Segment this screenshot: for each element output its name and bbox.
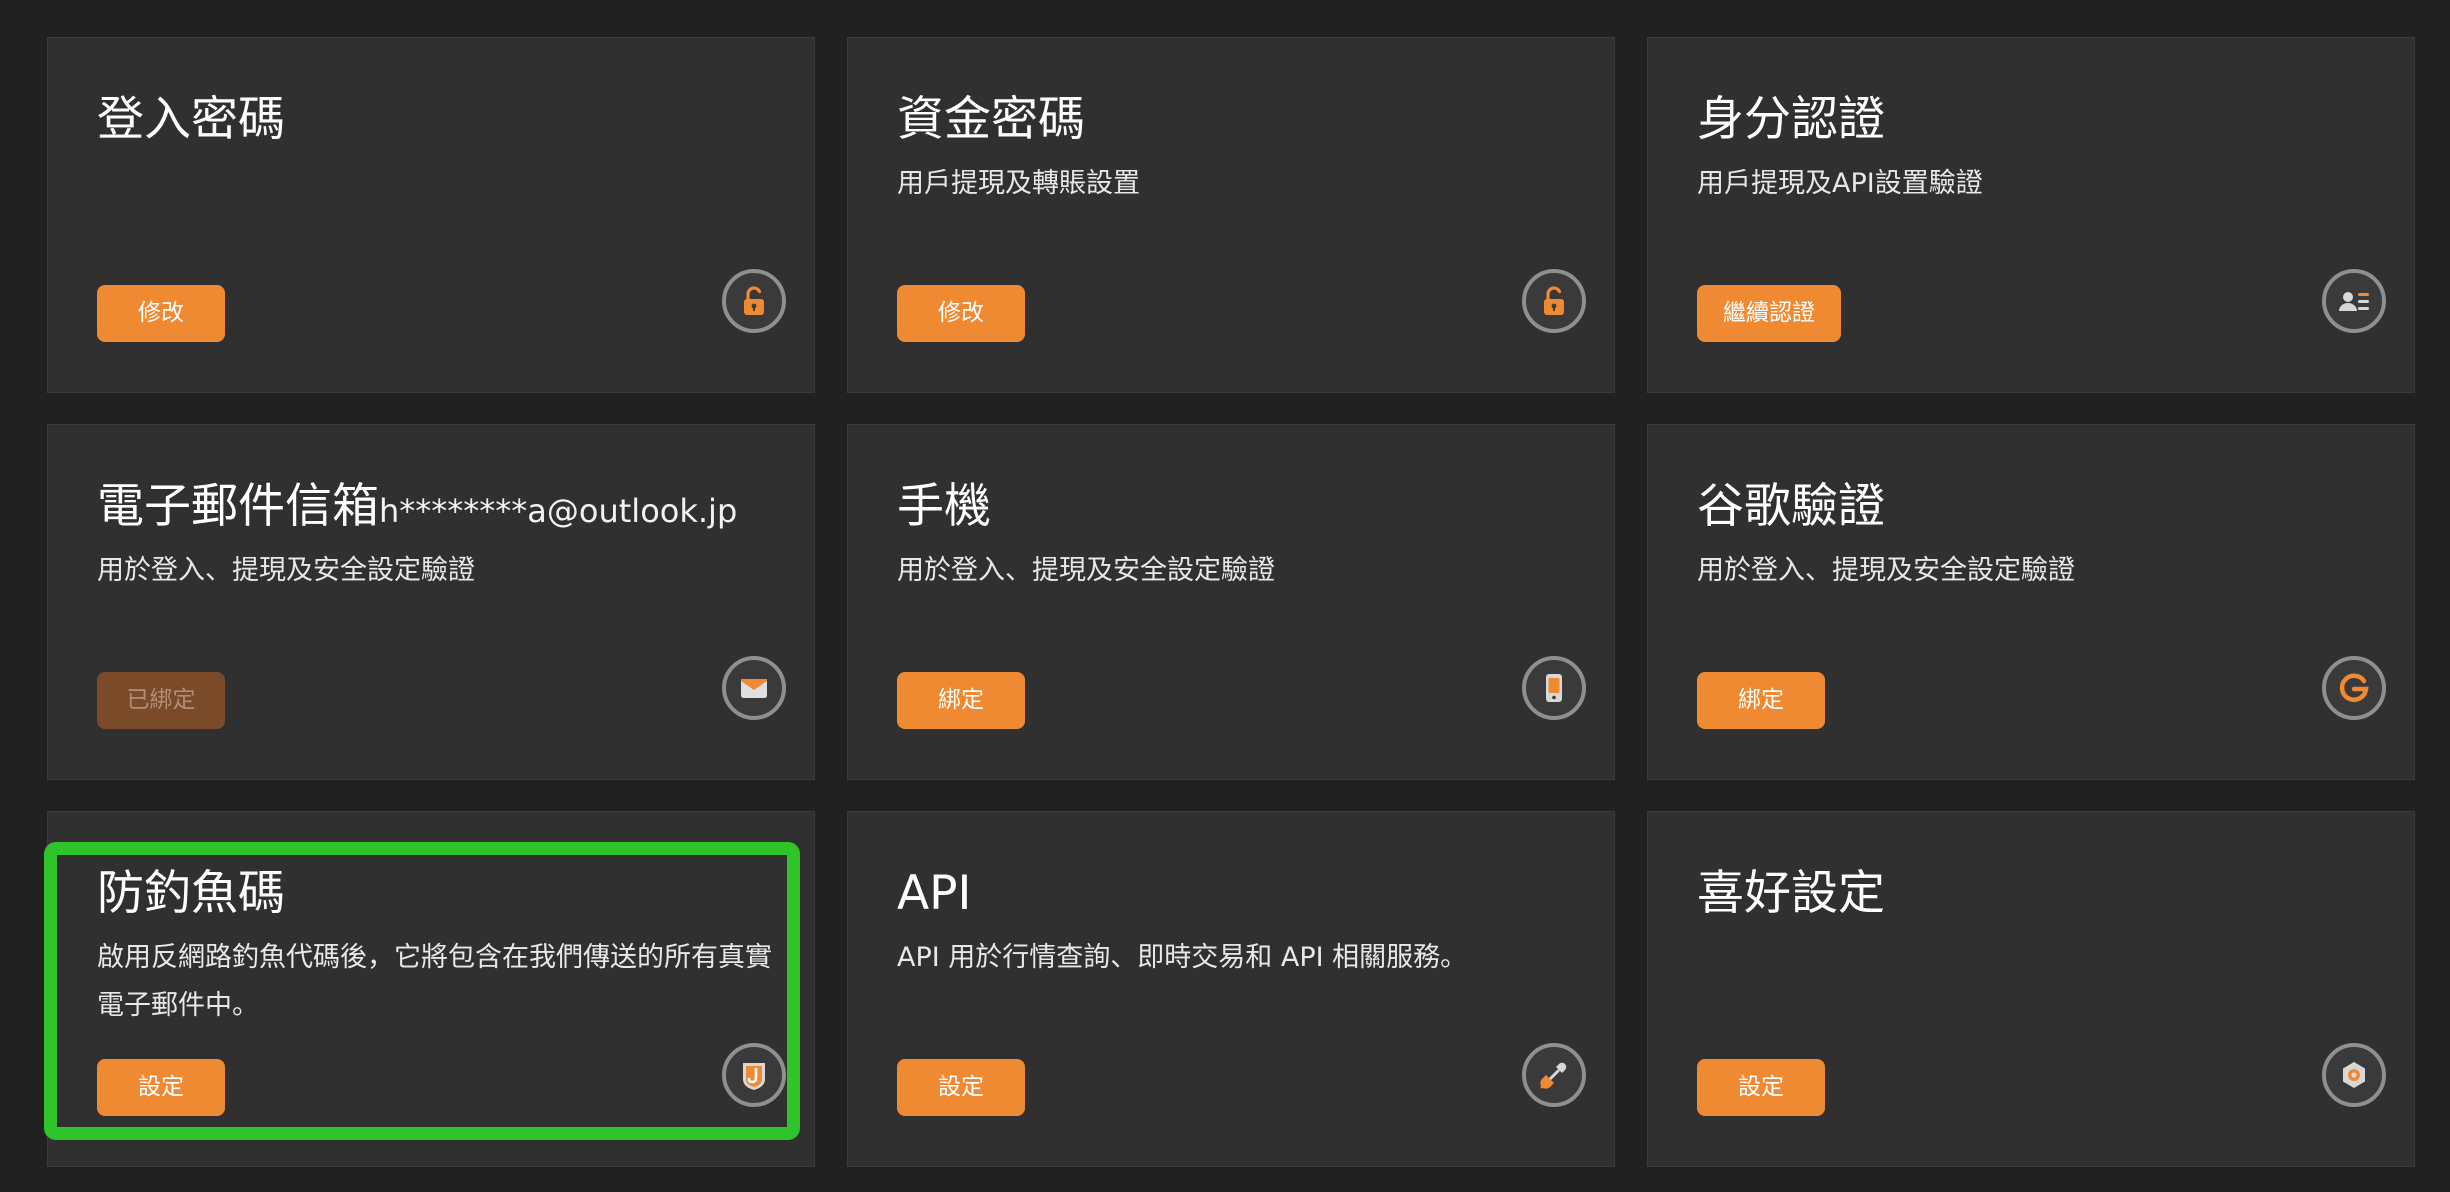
email-bound-button: 已綁定	[97, 672, 225, 729]
card-title: 電子郵件信箱h********a@outlook.jp	[97, 477, 737, 541]
card-title: 防釣魚碼	[97, 866, 285, 921]
card-title: 登入密碼	[97, 92, 285, 147]
bind-google-auth-button[interactable]: 綁定	[1697, 672, 1825, 729]
id-card-icon	[2322, 269, 2386, 333]
card-description: 用於登入、提現及安全設定驗證	[897, 555, 1275, 586]
shield-icon	[722, 1043, 786, 1107]
card-title: 身分認證	[1697, 92, 1885, 147]
card-title: 手機	[897, 479, 991, 534]
card-description: API 用於行情查詢、即時交易和 API 相關服務。	[897, 942, 1468, 973]
modify-fund-password-button[interactable]: 修改	[897, 285, 1025, 342]
card-description: 啟用反網路釣魚代碼後，它將包含在我們傳送的所有真實電子郵件中。	[97, 942, 772, 1021]
card-title: API	[897, 866, 972, 921]
mail-icon	[722, 656, 786, 720]
card-login-password: 登入密碼 修改	[47, 37, 815, 393]
card-api: API API 用於行情查詢、即時交易和 API 相關服務。 設定	[847, 811, 1615, 1167]
card-description: 用於登入、提現及安全設定驗證	[1697, 555, 2075, 586]
plug-icon	[1522, 1043, 1586, 1107]
security-settings-grid: 登入密碼 修改 資金密碼 用戶提現及轉賬設置 修改 身分認證 用戶提現及API設…	[47, 37, 2450, 1167]
card-description: 用戶提現及轉賬設置	[897, 168, 1140, 199]
card-description: 用於登入、提現及安全設定驗證	[97, 555, 475, 586]
card-phone: 手機 用於登入、提現及安全設定驗證 綁定	[847, 424, 1615, 780]
modify-login-password-button[interactable]: 修改	[97, 285, 225, 342]
set-anti-phishing-button[interactable]: 設定	[97, 1059, 225, 1116]
card-email: 電子郵件信箱h********a@outlook.jp 用於登入、提現及安全設定…	[47, 424, 815, 780]
google-icon	[2322, 656, 2386, 720]
card-google-auth: 谷歌驗證 用於登入、提現及安全設定驗證 綁定	[1647, 424, 2415, 780]
card-description: 用戶提現及API設置驗證	[1697, 168, 1983, 199]
bound-email-address: h********a@outlook.jp	[379, 492, 738, 530]
lock-icon	[722, 269, 786, 333]
set-api-button[interactable]: 設定	[897, 1059, 1025, 1116]
card-title: 喜好設定	[1697, 866, 1885, 921]
card-title: 谷歌驗證	[1697, 479, 1885, 534]
card-preferences: 喜好設定 設定	[1647, 811, 2415, 1167]
email-card-title: 電子郵件信箱	[97, 479, 379, 534]
lock-icon	[1522, 269, 1586, 333]
phone-icon	[1522, 656, 1586, 720]
settings-icon	[2322, 1043, 2386, 1107]
bind-phone-button[interactable]: 綁定	[897, 672, 1025, 729]
card-anti-phishing: 防釣魚碼 啟用反網路釣魚代碼後，它將包含在我們傳送的所有真實電子郵件中。 設定	[47, 811, 815, 1167]
continue-verification-button[interactable]: 繼續認證	[1697, 285, 1841, 342]
card-identity-verification: 身分認證 用戶提現及API設置驗證 繼續認證	[1647, 37, 2415, 393]
card-fund-password: 資金密碼 用戶提現及轉賬設置 修改	[847, 37, 1615, 393]
set-preferences-button[interactable]: 設定	[1697, 1059, 1825, 1116]
card-title: 資金密碼	[897, 92, 1085, 147]
